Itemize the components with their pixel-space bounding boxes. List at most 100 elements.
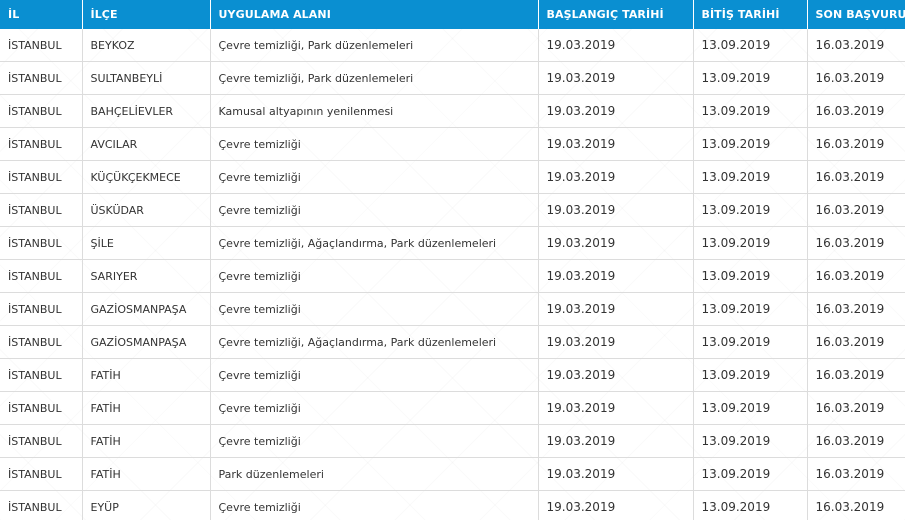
cell-son-basvuru: 16.03.2019 [807,391,905,425]
column-header-baslangic-tarihi[interactable]: BAŞLANGIÇ TARİHİ [538,0,694,29]
cell-son-basvuru: 16.03.2019 [807,29,905,62]
cell-ilce: ÜSKÜDAR [82,193,211,227]
cell-ilce: EYÜP [82,490,211,520]
cell-son-basvuru: 16.03.2019 [807,259,905,293]
cell-bitis-tarihi: 13.09.2019 [693,424,808,458]
cell-il: İSTANBUL [0,193,83,227]
cell-ilce: SULTANBEYLİ [82,61,211,95]
table-row: İSTANBUL BEYKOZ Çevre temizliği, Park düze… [0,29,905,62]
cell-ilce: ŞİLE [82,226,211,260]
cell-il: İSTANBUL [0,127,83,161]
cell-son-basvuru: 16.03.2019 [807,193,905,227]
cell-uygulama-alani: Çevre temizliği [210,292,539,326]
cell-bitis-tarihi: 13.09.2019 [693,358,808,392]
cell-il: İSTANBUL [0,391,83,425]
cell-son-basvuru: 16.03.2019 [807,94,905,128]
cell-ilce: FATİH [82,424,211,458]
cell-uygulama-alani: Çevre temizliği, Park düzenlemeleri [210,29,539,62]
cell-ilce: AVCILAR [82,127,211,161]
cell-uygulama-alani: Çevre temizliği [210,193,539,227]
cell-son-basvuru: 16.03.2019 [807,292,905,326]
cell-son-basvuru: 16.03.2019 [807,127,905,161]
table-row: İSTANBUL GAZİOSMANPAŞA Çevre temizliği 19.0… [0,292,905,326]
cell-baslangic-tarihi: 19.03.2019 [538,457,694,491]
cell-uygulama-alani: Çevre temizliği, Park düzenlemeleri [210,61,539,95]
cell-son-basvuru: 16.03.2019 [807,226,905,260]
column-header-bitis-tarihi[interactable]: BİTİŞ TARİHİ [693,0,808,29]
cell-il: İSTANBUL [0,94,83,128]
table-row: İSTANBUL ÜSKÜDAR Çevre temizliği 19.03.2019… [0,193,905,227]
applications-table: İL İLÇE UYGULAMA ALANI BAŞLANGIÇ TARİHİ … [0,0,905,520]
cell-baslangic-tarihi: 19.03.2019 [538,226,694,260]
cell-bitis-tarihi: 13.09.2019 [693,127,808,161]
table-row: İSTANBUL GAZİOSMANPAŞA Çevre temizliği, Ağ… [0,325,905,359]
cell-uygulama-alani: Çevre temizliği [210,490,539,520]
cell-baslangic-tarihi: 19.03.2019 [538,259,694,293]
cell-il: İSTANBUL [0,292,83,326]
cell-uygulama-alani: Kamusal altyapının yenilenmesi [210,94,539,128]
cell-baslangic-tarihi: 19.03.2019 [538,358,694,392]
cell-uygulama-alani: Çevre temizliği [210,127,539,161]
table-row: İSTANBUL FATİH Çevre temizliği 19.03.2019 13… [0,424,905,458]
cell-il: İSTANBUL [0,160,83,194]
cell-il: İSTANBUL [0,325,83,359]
cell-baslangic-tarihi: 19.03.2019 [538,29,694,62]
cell-son-basvuru: 16.03.2019 [807,457,905,491]
cell-il: İSTANBUL [0,61,83,95]
cell-son-basvuru: 16.03.2019 [807,61,905,95]
cell-bitis-tarihi: 13.09.2019 [693,292,808,326]
table-row: İSTANBUL AVCILAR Çevre temizliği 19.03.2019… [0,127,905,161]
cell-son-basvuru: 16.03.2019 [807,325,905,359]
table-header: İL İLÇE UYGULAMA ALANI BAŞLANGIÇ TARİHİ … [0,0,905,29]
cell-baslangic-tarihi: 19.03.2019 [538,391,694,425]
cell-il: İSTANBUL [0,424,83,458]
cell-baslangic-tarihi: 19.03.2019 [538,193,694,227]
cell-il: İSTANBUL [0,490,83,520]
table-row: İSTANBUL FATİH Çevre temizliği 19.03.2019 13… [0,391,905,425]
cell-il: İSTANBUL [0,259,83,293]
table-row: İSTANBUL ŞİLE Çevre temizliği, Ağaçlandırm… [0,226,905,260]
cell-bitis-tarihi: 13.09.2019 [693,490,808,520]
cell-ilce: KÜÇÜKÇEKMECE [82,160,211,194]
table-row: İSTANBUL EYÜP Çevre temizliği 19.03.2019 13.… [0,490,905,520]
column-header-uygulama-alani[interactable]: UYGULAMA ALANI [210,0,539,29]
column-header-son-basvuru[interactable]: SON BAŞVURU [807,0,905,29]
cell-ilce: GAZİOSMANPAŞA [82,292,211,326]
cell-bitis-tarihi: 13.09.2019 [693,259,808,293]
cell-son-basvuru: 16.03.2019 [807,160,905,194]
cell-bitis-tarihi: 13.09.2019 [693,391,808,425]
cell-uygulama-alani: Çevre temizliği, Ağaçlandırma, Park düze… [210,226,539,260]
cell-ilce: GAZİOSMANPAŞA [82,325,211,359]
cell-uygulama-alani: Çevre temizliği [210,259,539,293]
cell-baslangic-tarihi: 19.03.2019 [538,292,694,326]
table-body: İSTANBUL BEYKOZ Çevre temizliği, Park düze… [0,29,905,520]
cell-ilce: BEYKOZ [82,29,211,62]
cell-ilce: FATİH [82,391,211,425]
cell-uygulama-alani: Çevre temizliği [210,391,539,425]
cell-il: İSTANBUL [0,226,83,260]
cell-bitis-tarihi: 13.09.2019 [693,61,808,95]
column-header-il[interactable]: İL [0,0,83,29]
cell-ilce: FATİH [82,457,211,491]
cell-il: İSTANBUL [0,29,83,62]
cell-bitis-tarihi: 13.09.2019 [693,193,808,227]
cell-uygulama-alani: Çevre temizliği [210,160,539,194]
cell-bitis-tarihi: 13.09.2019 [693,29,808,62]
table-row: İSTANBUL KÜÇÜKÇEKMECE Çevre temizliği 19.03… [0,160,905,194]
cell-bitis-tarihi: 13.09.2019 [693,160,808,194]
header-row: İL İLÇE UYGULAMA ALANI BAŞLANGIÇ TARİHİ … [0,0,905,29]
cell-uygulama-alani: Çevre temizliği, Ağaçlandırma, Park düze… [210,325,539,359]
cell-il: İSTANBUL [0,457,83,491]
table-row: İSTANBUL FATİH Park düzenlemeleri 19.03.201… [0,457,905,491]
cell-ilce: BAHÇELİEVLER [82,94,211,128]
cell-bitis-tarihi: 13.09.2019 [693,457,808,491]
cell-ilce: SARIYER [82,259,211,293]
cell-il: İSTANBUL [0,358,83,392]
cell-baslangic-tarihi: 19.03.2019 [538,325,694,359]
cell-baslangic-tarihi: 19.03.2019 [538,61,694,95]
table-row: İSTANBUL FATİH Çevre temizliği 19.03.2019 13… [0,358,905,392]
table-row: İSTANBUL SARIYER Çevre temizliği 19.03.2019… [0,259,905,293]
cell-baslangic-tarihi: 19.03.2019 [538,127,694,161]
table-row: İSTANBUL BAHÇELİEVLER Kamusal altyapının y… [0,94,905,128]
column-header-ilce[interactable]: İLÇE [82,0,211,29]
